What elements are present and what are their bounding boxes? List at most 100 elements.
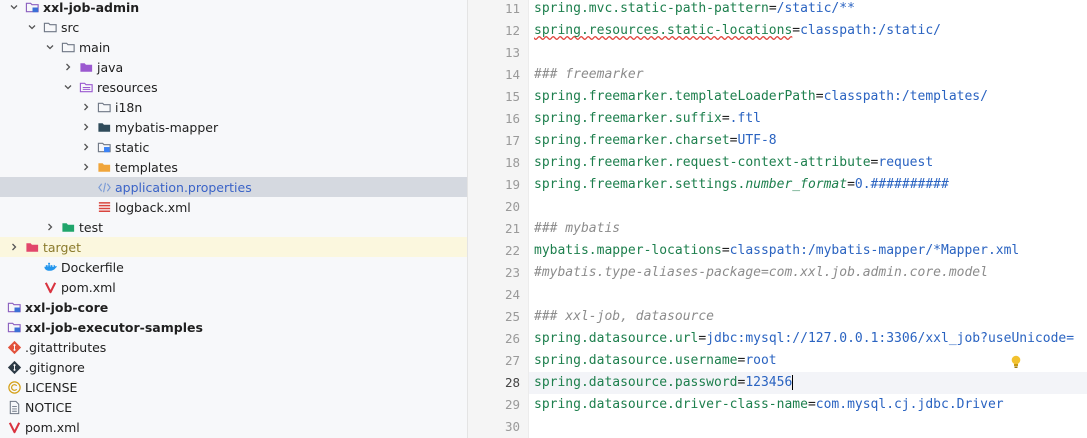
tree-row[interactable]: pom.xml xyxy=(0,277,467,297)
chevron-right-icon[interactable] xyxy=(62,57,74,77)
code-line[interactable] xyxy=(534,416,1087,438)
tree-row[interactable]: target xyxy=(0,237,467,257)
code-line[interactable] xyxy=(534,196,1087,218)
tree-row[interactable]: templates xyxy=(0,157,467,177)
tree-item-label: src xyxy=(61,19,80,35)
code-line[interactable]: spring.datasource.url=jdbc:mysql://127.0… xyxy=(534,328,1087,350)
code-line[interactable]: ### freemarker xyxy=(534,64,1087,86)
code-token: = xyxy=(768,1,777,16)
chevron-down-icon[interactable] xyxy=(8,0,20,17)
tree-row[interactable]: xxl-job-admin xyxy=(0,0,467,17)
tree-item-label: target xyxy=(43,239,82,255)
code-line[interactable]: spring.resources.static-locations=classp… xyxy=(534,20,1087,42)
intention-bulb-icon[interactable] xyxy=(1010,355,1022,369)
tree-row[interactable]: src xyxy=(0,17,467,37)
code-line[interactable]: spring.freemarker.suffix=.ftl xyxy=(534,108,1087,130)
code-token: spring.freemarker.request-context-attrib… xyxy=(534,155,871,170)
code-token: 123456 xyxy=(745,375,793,390)
code-token: UTF-8 xyxy=(737,133,777,148)
chevron-down-icon[interactable] xyxy=(26,17,38,37)
tree-row[interactable]: resources xyxy=(0,77,467,97)
line-number: 29 xyxy=(504,397,520,412)
line-number: 15 xyxy=(504,89,520,104)
code-token: com.mysql.cj.jdbc.Driver xyxy=(815,397,1004,412)
properties-file-icon xyxy=(96,179,112,195)
tree-row[interactable]: application.properties xyxy=(0,177,467,197)
code-line[interactable]: ### mybatis xyxy=(534,218,1087,240)
code-line[interactable]: spring.freemarker.charset=UTF-8 xyxy=(534,130,1087,152)
tree-row[interactable]: LICENSE xyxy=(0,377,467,397)
tree-row[interactable]: main xyxy=(0,37,467,57)
code-line[interactable]: spring.datasource.username=root xyxy=(534,350,1087,372)
tree-row[interactable]: mybatis-mapper xyxy=(0,117,467,137)
chevron-down-icon[interactable] xyxy=(44,37,56,57)
code-line[interactable] xyxy=(534,42,1087,64)
line-number: 14 xyxy=(504,67,520,82)
git-file-icon xyxy=(6,339,22,355)
code-token: .ftl xyxy=(729,111,761,126)
code-line[interactable]: spring.freemarker.templateLoaderPath=cla… xyxy=(534,86,1087,108)
line-number-gutter[interactable]: 11 12 13 14 15 16 17 18 19 20 21 22 23 24 25 26 27 28 29 30 xyxy=(468,0,529,438)
tree-item-label: main xyxy=(79,39,111,55)
folder-icon xyxy=(96,99,112,115)
logback-file-icon xyxy=(96,199,112,215)
chevron-down-icon[interactable] xyxy=(62,77,74,97)
line-number: 20 xyxy=(504,199,520,214)
line-number: 21 xyxy=(504,221,520,236)
code-line[interactable]: spring.freemarker.settings.number_format… xyxy=(534,174,1087,196)
code-line[interactable]: spring.datasource.password=123456 xyxy=(529,372,1087,394)
tree-row[interactable]: test xyxy=(0,217,467,237)
line-number: 19 xyxy=(504,177,520,192)
tree-item-label: xxl-job-core xyxy=(25,299,109,315)
tree-row[interactable]: i18n xyxy=(0,97,467,117)
project-tree[interactable]: xxl-job-admin src main java resources i18n myb… xyxy=(0,0,468,438)
chevron-right-icon[interactable] xyxy=(80,157,92,177)
code-editor[interactable]: 11 12 13 14 15 16 17 18 19 20 21 22 23 24 25 26 27 28 29 30… xyxy=(468,0,1087,438)
tree-row[interactable]: pom.xml xyxy=(0,417,467,437)
chevron-right-icon[interactable] xyxy=(80,97,92,117)
tree-row[interactable]: static xyxy=(0,137,467,157)
line-number: 25 xyxy=(504,309,520,324)
code-line[interactable]: #mybatis.type-aliases-package=com.xxl.jo… xyxy=(534,262,1087,284)
chevron-right-icon[interactable] xyxy=(0,297,2,317)
code-line[interactable]: spring.mvc.static-path-pattern=/static/*… xyxy=(534,0,1087,20)
code-line[interactable]: ### xxl-job, datasource xyxy=(534,306,1087,328)
line-number: 28 xyxy=(504,375,520,390)
code-token: ### freemarker xyxy=(534,67,644,82)
tree-row[interactable]: java xyxy=(0,57,467,77)
tree-item-label: pom.xml xyxy=(25,419,80,435)
tree-row[interactable]: xxl-job-executor-samples xyxy=(0,317,467,337)
tree-row[interactable]: NOTICE xyxy=(0,397,467,417)
text-caret xyxy=(792,375,794,390)
code-token: /static/** xyxy=(776,1,855,16)
tree-item-label: logback.xml xyxy=(115,199,191,215)
code-line[interactable]: mybatis.mapper-locations=classpath:/myba… xyxy=(534,240,1087,262)
tree-row[interactable]: Dockerfile xyxy=(0,257,467,277)
ide-window: xxl-job-admin src main java resources i18n myb… xyxy=(0,0,1087,438)
code-token: = xyxy=(729,133,738,148)
code-token: jdbc:mysql://127.0.0.1:3306/xxl_job?useU… xyxy=(706,331,1075,346)
chevron-right-icon[interactable] xyxy=(8,237,20,257)
code-line[interactable]: spring.freemarker.request-context-attrib… xyxy=(534,152,1087,174)
tree-row[interactable]: xxl-job-core xyxy=(0,297,467,317)
docker-file-icon xyxy=(42,259,58,275)
tree-item-label: templates xyxy=(115,159,178,175)
code-token: spring.datasource.username xyxy=(534,353,738,368)
chevron-right-icon[interactable] xyxy=(80,137,92,157)
tree-row[interactable]: .gitattributes xyxy=(0,337,467,357)
code-line[interactable]: spring.datasource.driver-class-name=com.… xyxy=(534,394,1087,416)
code-token: = xyxy=(815,89,824,104)
tree-row[interactable]: logback.xml xyxy=(0,197,467,217)
chevron-right-icon[interactable] xyxy=(44,217,56,237)
tree-item-label: xxl-job-executor-samples xyxy=(25,319,203,335)
code-token: request xyxy=(878,155,934,170)
code-token: classpath:/mybatis-mapper/*Mapper.xml xyxy=(729,243,1020,258)
tree-row[interactable]: .gitignore xyxy=(0,357,467,377)
code-token: = xyxy=(792,23,801,38)
tree-item-label: pom.xml xyxy=(61,279,116,295)
code-line[interactable] xyxy=(534,284,1087,306)
chevron-right-icon[interactable] xyxy=(0,317,2,337)
chevron-right-icon[interactable] xyxy=(80,117,92,137)
